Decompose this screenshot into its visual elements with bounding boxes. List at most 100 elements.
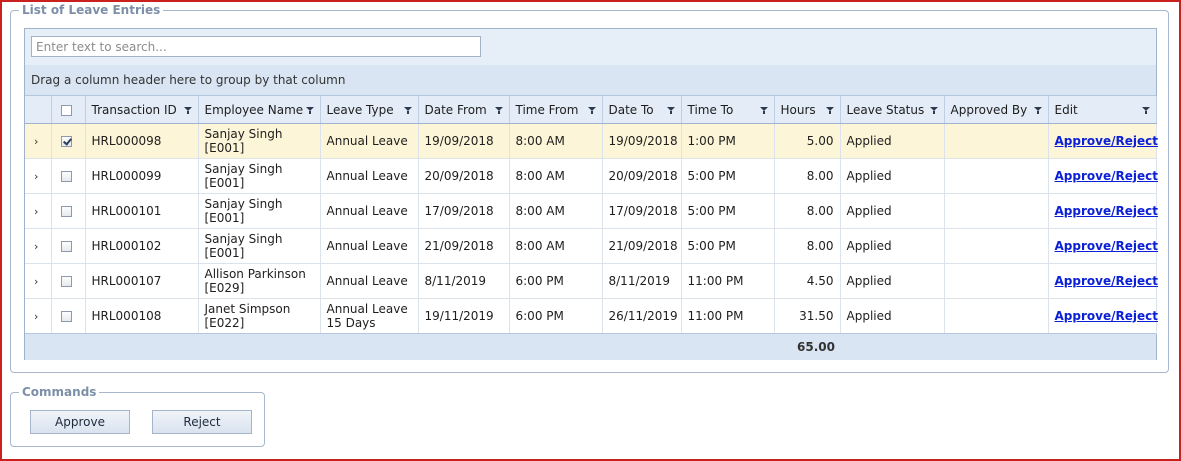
filter-icon[interactable] [403, 107, 412, 114]
employee-name-cell: Allison Parkinson [E029] [198, 263, 321, 299]
time-from-cell: 8:00 AM [509, 158, 603, 194]
date-to-cell: 17/09/2018 [602, 193, 682, 229]
table-row[interactable]: › HRL000099 Sanjay Singh [E001] Annual Leave… [25, 158, 1158, 194]
approve-reject-link[interactable]: Approve/Reject [1055, 239, 1158, 253]
column-header-time-from[interactable]: Time From [509, 96, 603, 124]
row-checkbox[interactable] [60, 206, 72, 217]
row-checkbox[interactable] [60, 171, 72, 182]
section-legend: List of Leave Entries [22, 3, 161, 17]
expand-cell: › [25, 158, 52, 194]
approve-button[interactable]: Approve [30, 410, 130, 434]
employee-name: Sanjay Singh [204, 127, 283, 141]
employee-name-cell: Sanjay Singh [E001] [198, 158, 321, 194]
filter-icon[interactable] [666, 107, 675, 114]
group-panel[interactable]: Drag a column header here to group by th… [25, 65, 1156, 96]
employee-name: Sanjay Singh [204, 232, 283, 246]
column-header-approved-by[interactable]: Approved By [944, 96, 1049, 124]
leave-status-cell: Applied [840, 158, 945, 194]
filter-icon[interactable] [1141, 107, 1150, 114]
edit-cell: Approve/Reject [1048, 228, 1158, 264]
leave-type: Annual Leave [326, 134, 408, 148]
filter-icon[interactable] [305, 107, 314, 114]
column-header-leave-status[interactable]: Leave Status [840, 96, 945, 124]
table-row[interactable]: › HRL000102 Sanjay Singh [E001] Annual Leave… [25, 228, 1158, 264]
expand-cell: › [25, 298, 52, 334]
employee-code: [E029] [204, 281, 245, 295]
employee-code: [E022] [204, 316, 245, 330]
row-checkbox[interactable] [60, 276, 72, 287]
transaction-id-cell: HRL000107 [85, 263, 199, 299]
leave-status-cell: Applied [840, 123, 945, 159]
date-to-cell: 19/09/2018 [602, 123, 682, 159]
grid-footer: 65.00 [25, 333, 1156, 360]
approved-by-cell [944, 193, 1049, 229]
select-all-checkbox[interactable] [60, 104, 72, 116]
filter-icon[interactable] [587, 107, 596, 114]
chevron-right-icon[interactable]: › [31, 170, 38, 184]
employee-name-cell: Janet Simpson [E022] [198, 298, 321, 334]
table-row[interactable]: › HRL000108 Janet Simpson [E022] Annual Leav… [25, 298, 1158, 334]
row-checkbox[interactable] [60, 136, 72, 147]
time-from-cell: 6:00 PM [509, 298, 603, 334]
column-header-leave-type[interactable]: Leave Type [320, 96, 419, 124]
chevron-right-icon[interactable]: › [31, 240, 38, 254]
date-from-cell: 19/11/2019 [418, 298, 510, 334]
chevron-right-icon[interactable]: › [31, 275, 38, 289]
hours-cell: 5.00 [774, 123, 841, 159]
leave-type: Annual Leave [326, 302, 408, 316]
date-to-cell: 8/11/2019 [602, 263, 682, 299]
reject-button[interactable]: Reject [152, 410, 252, 434]
employee-code: [E001] [204, 211, 245, 225]
table-row[interactable]: › HRL000098 Sanjay Singh [E001] Annual Leave… [25, 123, 1158, 159]
approve-reject-link[interactable]: Approve/Reject [1055, 169, 1158, 183]
leave-entries-grid: Drag a column header here to group by th… [24, 28, 1158, 360]
employee-name: Janet Simpson [204, 302, 291, 316]
leave-type: Annual Leave [326, 204, 408, 218]
filter-icon[interactable] [929, 107, 938, 114]
row-checkbox[interactable] [60, 241, 72, 252]
approve-reject-link[interactable]: Approve/Reject [1055, 134, 1158, 148]
hours-cell: 31.50 [774, 298, 841, 334]
filter-icon[interactable] [759, 107, 768, 114]
leave-type-cell: Annual Leave [320, 193, 419, 229]
leave-status-cell: Applied [840, 193, 945, 229]
transaction-id-cell: HRL000101 [85, 193, 199, 229]
total-hours: 65.00 [797, 340, 835, 354]
filter-icon[interactable] [1033, 107, 1042, 114]
employee-name-cell: Sanjay Singh [E001] [198, 193, 321, 229]
table-row[interactable]: › HRL000101 Sanjay Singh [E001] Annual Leave… [25, 193, 1158, 229]
time-to-cell: 5:00 PM [681, 193, 775, 229]
approve-reject-link[interactable]: Approve/Reject [1055, 274, 1158, 288]
chevron-right-icon[interactable]: › [31, 205, 38, 219]
approve-reject-link[interactable]: Approve/Reject [1055, 204, 1158, 218]
employee-name: Allison Parkinson [204, 267, 306, 281]
chevron-right-icon[interactable]: › [31, 310, 38, 324]
edit-cell: Approve/Reject [1048, 298, 1158, 334]
table-row[interactable]: › HRL000107 Allison Parkinson [E029] Annual … [25, 263, 1158, 299]
employee-code: [E001] [204, 141, 245, 155]
approved-by-cell [944, 298, 1049, 334]
leave-type-cell: Annual Leave [320, 228, 419, 264]
column-header-hours[interactable]: Hours [774, 96, 841, 124]
chevron-right-icon[interactable]: › [31, 135, 38, 149]
column-header-date-from[interactable]: Date From [418, 96, 510, 124]
column-header-edit[interactable]: Edit [1048, 96, 1157, 124]
column-header-transaction-id[interactable]: Transaction ID [85, 96, 199, 124]
row-checkbox[interactable] [60, 311, 72, 322]
leave-type-cell: Annual Leave [320, 263, 419, 299]
column-header-date-to[interactable]: Date To [602, 96, 682, 124]
filter-icon[interactable] [494, 107, 503, 114]
approve-reject-link[interactable]: Approve/Reject [1055, 309, 1158, 323]
filter-icon[interactable] [183, 107, 192, 114]
time-from-cell: 8:00 AM [509, 228, 603, 264]
time-to-cell: 1:00 PM [681, 123, 775, 159]
column-header-time-to[interactable]: Time To [681, 96, 775, 124]
search-input[interactable] [31, 36, 481, 57]
employee-name-cell: Sanjay Singh [E001] [198, 123, 321, 159]
edit-cell: Approve/Reject [1048, 193, 1158, 229]
column-header-employee-name[interactable]: Employee Name [198, 96, 321, 124]
hours-cell: 4.50 [774, 263, 841, 299]
filter-icon[interactable] [825, 107, 834, 114]
select-cell [51, 228, 86, 264]
select-cell [51, 158, 86, 194]
